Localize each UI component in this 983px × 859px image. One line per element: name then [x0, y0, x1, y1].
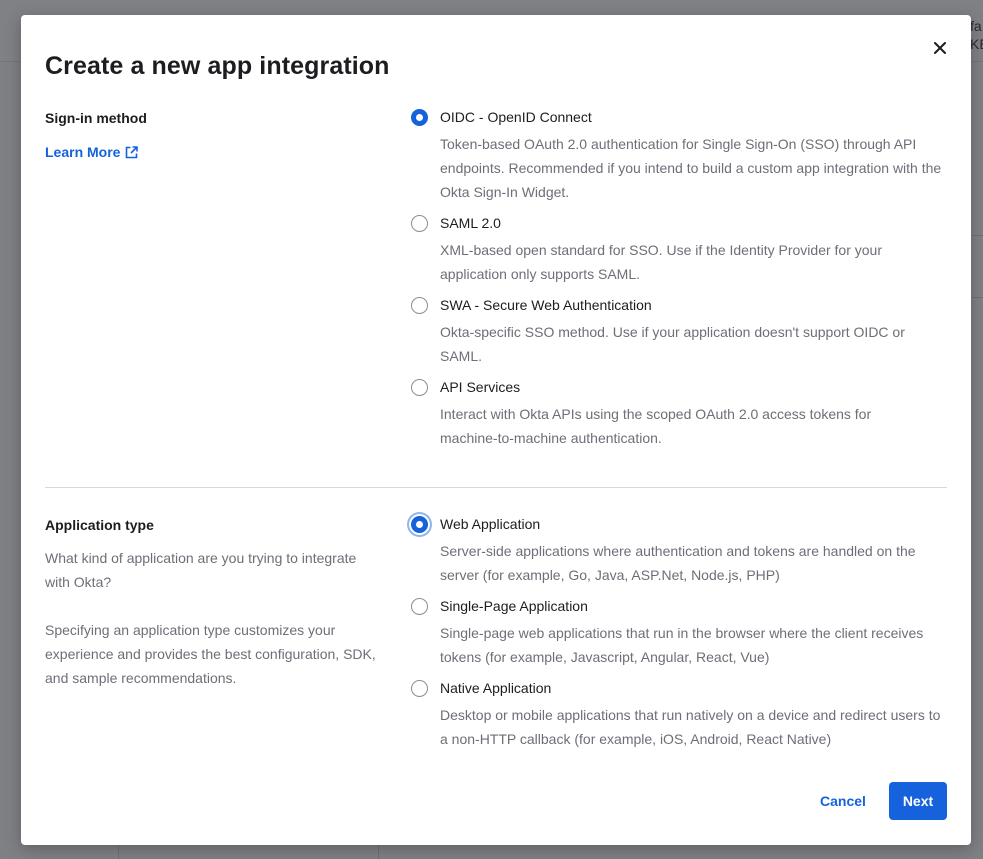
external-link-icon — [126, 145, 139, 158]
learn-more-link[interactable]: Learn More — [45, 143, 139, 161]
option-label: Native Application — [440, 680, 552, 696]
option-description: Desktop or mobile applications that run … — [440, 707, 941, 747]
radio-button[interactable] — [411, 680, 428, 697]
sign-in-method-label: Sign-in method — [45, 110, 147, 126]
background-divider — [378, 845, 379, 859]
close-icon — [934, 42, 946, 54]
radio-option-web-application[interactable]: Web Application Server-side applications… — [411, 515, 951, 583]
radio-option-native-application[interactable]: Native Application Desktop or mobile app… — [411, 679, 951, 747]
dialog-title: Create a new app integration — [45, 52, 390, 80]
option-label: SAML 2.0 — [440, 215, 501, 231]
background-clipped-text: fa KE — [970, 17, 983, 53]
option-label: API Services — [440, 379, 521, 395]
option-description: Interact with Okta APIs using the scoped… — [440, 406, 872, 446]
section-divider — [45, 487, 947, 488]
radio-button[interactable] — [411, 109, 428, 126]
radio-button[interactable] — [411, 379, 428, 396]
background-divider — [972, 297, 983, 298]
radio-option-saml[interactable]: SAML 2.0 XML-based open standard for SSO… — [411, 214, 951, 282]
option-description: Token-based OAuth 2.0 authentication for… — [440, 136, 942, 200]
radio-button[interactable] — [411, 215, 428, 232]
background-divider — [118, 845, 119, 859]
option-description: Server-side applications where authentic… — [440, 543, 916, 583]
application-type-help-detail: Specifying an application type customize… — [45, 622, 376, 686]
radio-button[interactable] — [411, 598, 428, 615]
create-app-integration-dialog: Create a new app integration Sign-in met… — [21, 15, 971, 845]
radio-button[interactable] — [411, 297, 428, 314]
radio-option-swa[interactable]: SWA - Secure Web Authentication Okta-spe… — [411, 296, 951, 364]
background-text-line-2: KE — [970, 36, 983, 52]
application-type-help: What kind of application are you trying … — [45, 550, 357, 590]
learn-more-label: Learn More — [45, 144, 121, 160]
option-label: SWA - Secure Web Authentication — [440, 297, 652, 313]
radio-option-oidc[interactable]: OIDC - OpenID Connect Token-based OAuth … — [411, 108, 951, 200]
option-label: Web Application — [440, 516, 541, 532]
option-label: Single-Page Application — [440, 598, 588, 614]
radio-option-single-page-application[interactable]: Single-Page Application Single-page web … — [411, 597, 951, 665]
option-description: Okta-specific SSO method. Use if your ap… — [440, 324, 905, 364]
radio-option-api-services[interactable]: API Services Interact with Okta APIs usi… — [411, 378, 951, 446]
next-button[interactable]: Next — [889, 782, 947, 820]
background-divider — [972, 235, 983, 236]
radio-button[interactable] — [411, 516, 428, 533]
close-button[interactable] — [929, 37, 951, 59]
background-text-line-1: fa — [970, 18, 982, 34]
option-description: Single-page web applications that run in… — [440, 625, 924, 665]
cancel-button[interactable]: Cancel — [808, 782, 878, 820]
application-type-label: Application type — [45, 517, 154, 533]
option-label: OIDC - OpenID Connect — [440, 109, 592, 125]
option-description: XML-based open standard for SSO. Use if … — [440, 242, 882, 282]
